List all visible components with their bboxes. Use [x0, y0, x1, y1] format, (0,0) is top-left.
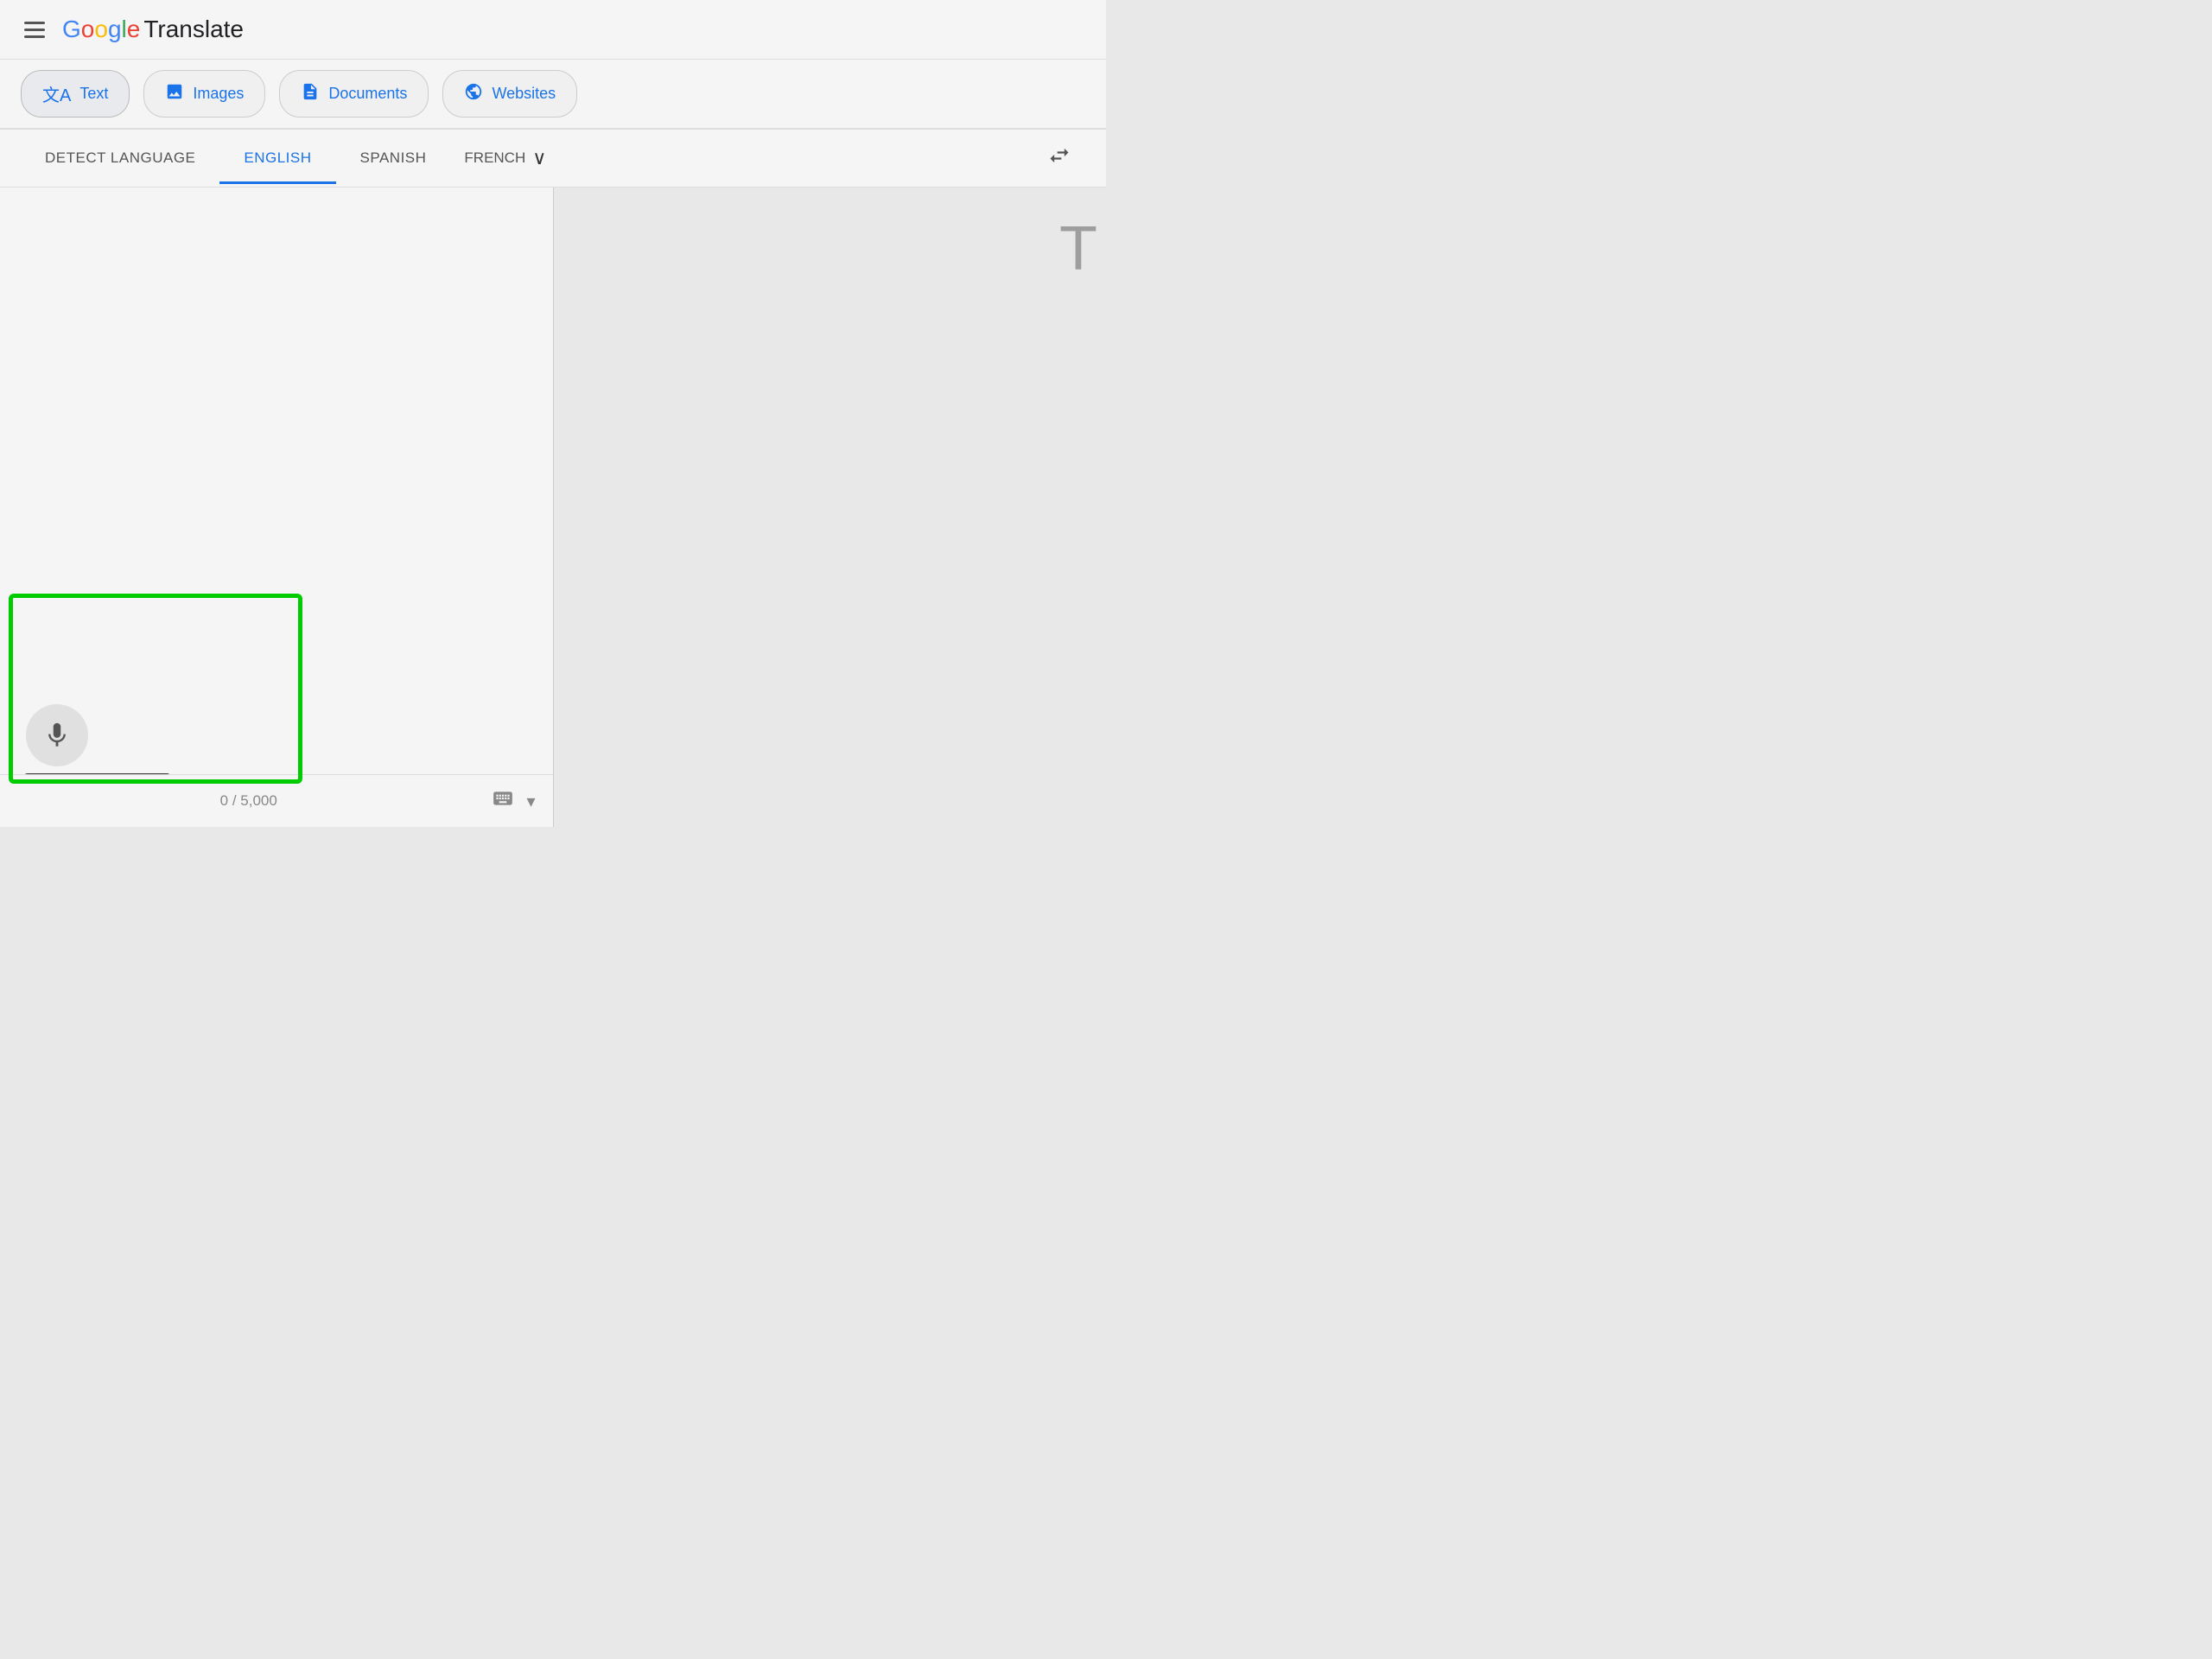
tab-images[interactable]: Images	[143, 70, 265, 118]
chevron-down-icon: ∨	[532, 147, 546, 169]
char-count: 0 / 5,000	[220, 792, 277, 810]
lang-english[interactable]: ENGLISH	[219, 132, 335, 184]
lang-french-label: FRENCH	[464, 149, 525, 167]
lang-swap-button[interactable]	[1033, 130, 1085, 187]
logo: Google Translate	[62, 16, 244, 43]
keyboard-icon[interactable]	[492, 787, 514, 815]
logo-text: Google	[62, 16, 140, 43]
tab-documents-label: Documents	[328, 85, 407, 103]
output-partial-text: T	[1059, 213, 1097, 284]
output-panel: T	[554, 188, 1107, 827]
input-toolbar: 0 / 5,000 ▾	[0, 774, 553, 827]
lang-spanish[interactable]: SPANISH	[336, 132, 451, 184]
voice-button[interactable]	[26, 704, 88, 766]
tab-websites[interactable]: Websites	[442, 70, 577, 118]
websites-icon	[464, 82, 483, 106]
language-bar: DETECT LANGUAGE ENGLISH SPANISH FRENCH ∨	[0, 130, 1106, 188]
main-content: Translate by voice 0 / 5,000 ▾ T	[0, 188, 1106, 827]
images-icon	[165, 82, 184, 106]
logo-translate: Translate	[143, 16, 244, 43]
header: Google Translate	[0, 0, 1106, 60]
tab-bar: 文A Text Images Documents Websites	[0, 60, 1106, 130]
documents-icon	[301, 82, 320, 106]
voice-button-container: Translate by voice	[26, 704, 88, 766]
tab-websites-label: Websites	[492, 85, 556, 103]
tab-images-label: Images	[193, 85, 244, 103]
lang-french-dropdown[interactable]: FRENCH ∨	[450, 130, 560, 187]
text-icon: 文A	[42, 81, 71, 106]
lang-detect[interactable]: DETECT LANGUAGE	[21, 132, 219, 184]
input-panel: Translate by voice 0 / 5,000 ▾	[0, 188, 554, 827]
tab-documents[interactable]: Documents	[279, 70, 429, 118]
tab-text[interactable]: 文A Text	[21, 70, 130, 118]
hamburger-menu[interactable]	[24, 22, 45, 38]
tab-text-label: Text	[79, 85, 108, 103]
keyboard-dropdown-icon[interactable]: ▾	[526, 791, 535, 812]
